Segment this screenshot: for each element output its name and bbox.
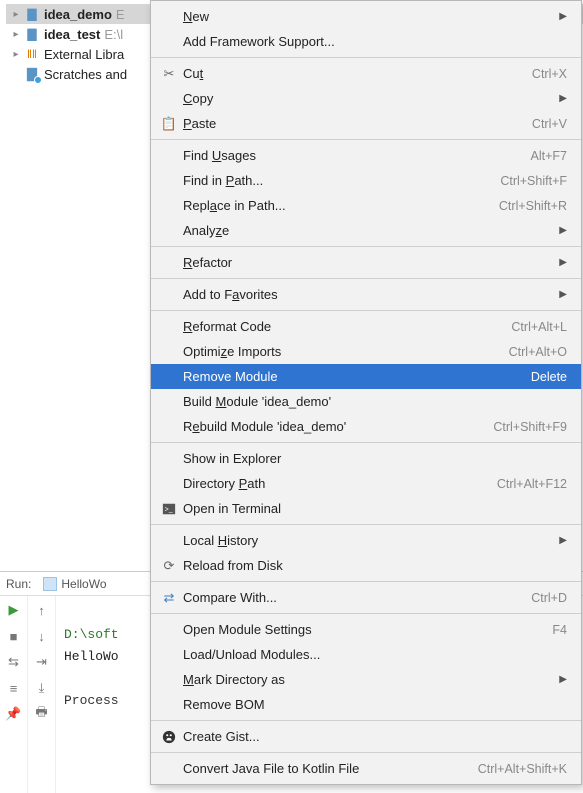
menu-directory-path[interactable]: Directory Path Ctrl+Alt+F12 [151,471,581,496]
tree-item-label: idea_demo [44,7,112,22]
folder-icon: ▇ [24,26,40,42]
menu-open-module-settings[interactable]: Open Module Settings F4 [151,617,581,642]
context-menu: New ▶ Add Framework Support... ✂ Cut Ctr… [150,0,582,785]
tree-item-label: External Libra [44,47,124,62]
console-line: Process [64,693,119,708]
run-config-icon [43,577,57,591]
github-icon [159,730,179,744]
menu-separator [151,613,581,614]
shortcut: Ctrl+D [531,591,567,605]
menu-rebuild-module[interactable]: Rebuild Module 'idea_demo' Ctrl+Shift+F9 [151,414,581,439]
submenu-arrow-icon: ▶ [559,257,567,268]
expand-icon[interactable]: ▸ [10,9,22,20]
menu-copy[interactable]: Copy ▶ [151,86,581,111]
menu-remove-bom[interactable]: Remove BOM [151,692,581,717]
path-hint: E [116,7,125,22]
menu-add-framework[interactable]: Add Framework Support... [151,29,581,54]
shortcut: Ctrl+V [532,117,567,131]
layout-icon[interactable]: ⇆ [6,654,22,670]
menu-add-favorites[interactable]: Add to Favorites ▶ [151,282,581,307]
menu-cut[interactable]: ✂ Cut Ctrl+X [151,61,581,86]
menu-separator [151,442,581,443]
menu-separator [151,752,581,753]
expand-icon[interactable]: ▸ [10,49,22,60]
shortcut: Ctrl+Alt+O [509,345,567,359]
menu-analyze[interactable]: Analyze ▶ [151,218,581,243]
menu-convert-kotlin[interactable]: Convert Java File to Kotlin File Ctrl+Al… [151,756,581,781]
menu-local-history[interactable]: Local History ▶ [151,528,581,553]
menu-compare-with[interactable]: ⇄ Compare With... Ctrl+D [151,585,581,610]
scratches-icon: ▇ [24,66,40,82]
paste-icon: 📋 [159,116,179,132]
tree-item-label: Scratches and [44,67,127,82]
menu-separator [151,524,581,525]
menu-new[interactable]: New ▶ [151,4,581,29]
tree-item-label: idea_test [44,27,100,42]
folder-icon: ▇ [24,6,40,22]
menu-build-module[interactable]: Build Module 'idea_demo' [151,389,581,414]
menu-optimize-imports[interactable]: Optimize Imports Ctrl+Alt+O [151,339,581,364]
menu-separator [151,278,581,279]
menu-show-explorer[interactable]: Show in Explorer [151,446,581,471]
menu-separator [151,310,581,311]
path-hint: E:\l [104,27,123,42]
menu-separator [151,57,581,58]
menu-find-usages[interactable]: Find Usages Alt+F7 [151,143,581,168]
menu-refactor[interactable]: Refactor ▶ [151,250,581,275]
shortcut: Ctrl+Alt+L [511,320,567,334]
filter-icon[interactable]: ≡ [6,680,22,696]
rerun-icon[interactable]: ▶ [6,602,22,618]
terminal-icon: >_ [159,502,179,516]
reload-icon: ⟳ [159,558,179,574]
up-icon[interactable]: ↑ [34,602,50,618]
shortcut: Ctrl+Alt+F12 [497,477,567,491]
pin-icon[interactable]: 📌 [6,706,22,722]
run-gutter-primary: ▶ ■ ⇆ ≡ 📌 [0,596,28,793]
console-line: HelloWo [64,649,119,664]
shortcut: Ctrl+X [532,67,567,81]
menu-separator [151,139,581,140]
expand-icon[interactable]: ▸ [10,29,22,40]
cut-icon: ✂ [159,66,179,82]
menu-separator [151,581,581,582]
submenu-arrow-icon: ▶ [559,11,567,22]
stop-icon[interactable]: ■ [6,628,22,644]
menu-find-in-path[interactable]: Find in Path... Ctrl+Shift+F [151,168,581,193]
menu-open-terminal[interactable]: >_ Open in Terminal [151,496,581,521]
menu-reformat-code[interactable]: Reformat Code Ctrl+Alt+L [151,314,581,339]
submenu-arrow-icon: ▶ [559,225,567,236]
scroll-end-icon[interactable]: ⤓ [34,680,50,696]
console-output[interactable]: D:\soft HelloWo Process [56,596,127,793]
console-line: D:\soft [64,627,119,642]
menu-remove-module[interactable]: Remove Module Delete [151,364,581,389]
print-icon[interactable]: 🖶 [34,706,50,722]
submenu-arrow-icon: ▶ [559,289,567,300]
shortcut: Ctrl+Shift+F9 [493,420,567,434]
menu-load-unload-modules[interactable]: Load/Unload Modules... [151,642,581,667]
submenu-arrow-icon: ▶ [559,535,567,546]
run-tab-title[interactable]: HelloWo [61,577,106,591]
menu-mark-directory-as[interactable]: Mark Directory as ▶ [151,667,581,692]
submenu-arrow-icon: ▶ [559,93,567,104]
run-gutter-secondary: ↑ ↓ ⇥ ⤓ 🖶 [28,596,56,793]
menu-reload-disk[interactable]: ⟳ Reload from Disk [151,553,581,578]
down-icon[interactable]: ↓ [34,628,50,644]
shortcut: Alt+F7 [531,149,567,163]
menu-paste[interactable]: 📋 Paste Ctrl+V [151,111,581,136]
softwrap-icon[interactable]: ⇥ [34,654,50,670]
menu-create-gist[interactable]: Create Gist... [151,724,581,749]
shortcut: Ctrl+Shift+R [499,199,567,213]
shortcut: Ctrl+Shift+F [500,174,567,188]
shortcut: F4 [552,623,567,637]
menu-replace-in-path[interactable]: Replace in Path... Ctrl+Shift+R [151,193,581,218]
run-label: Run: [6,577,31,591]
shortcut: Ctrl+Alt+Shift+K [478,762,567,776]
menu-separator [151,246,581,247]
library-icon: ǁǁ [24,46,40,62]
svg-text:>_: >_ [165,506,173,513]
submenu-arrow-icon: ▶ [559,674,567,685]
compare-icon: ⇄ [159,590,179,606]
menu-separator [151,720,581,721]
shortcut: Delete [531,370,567,384]
